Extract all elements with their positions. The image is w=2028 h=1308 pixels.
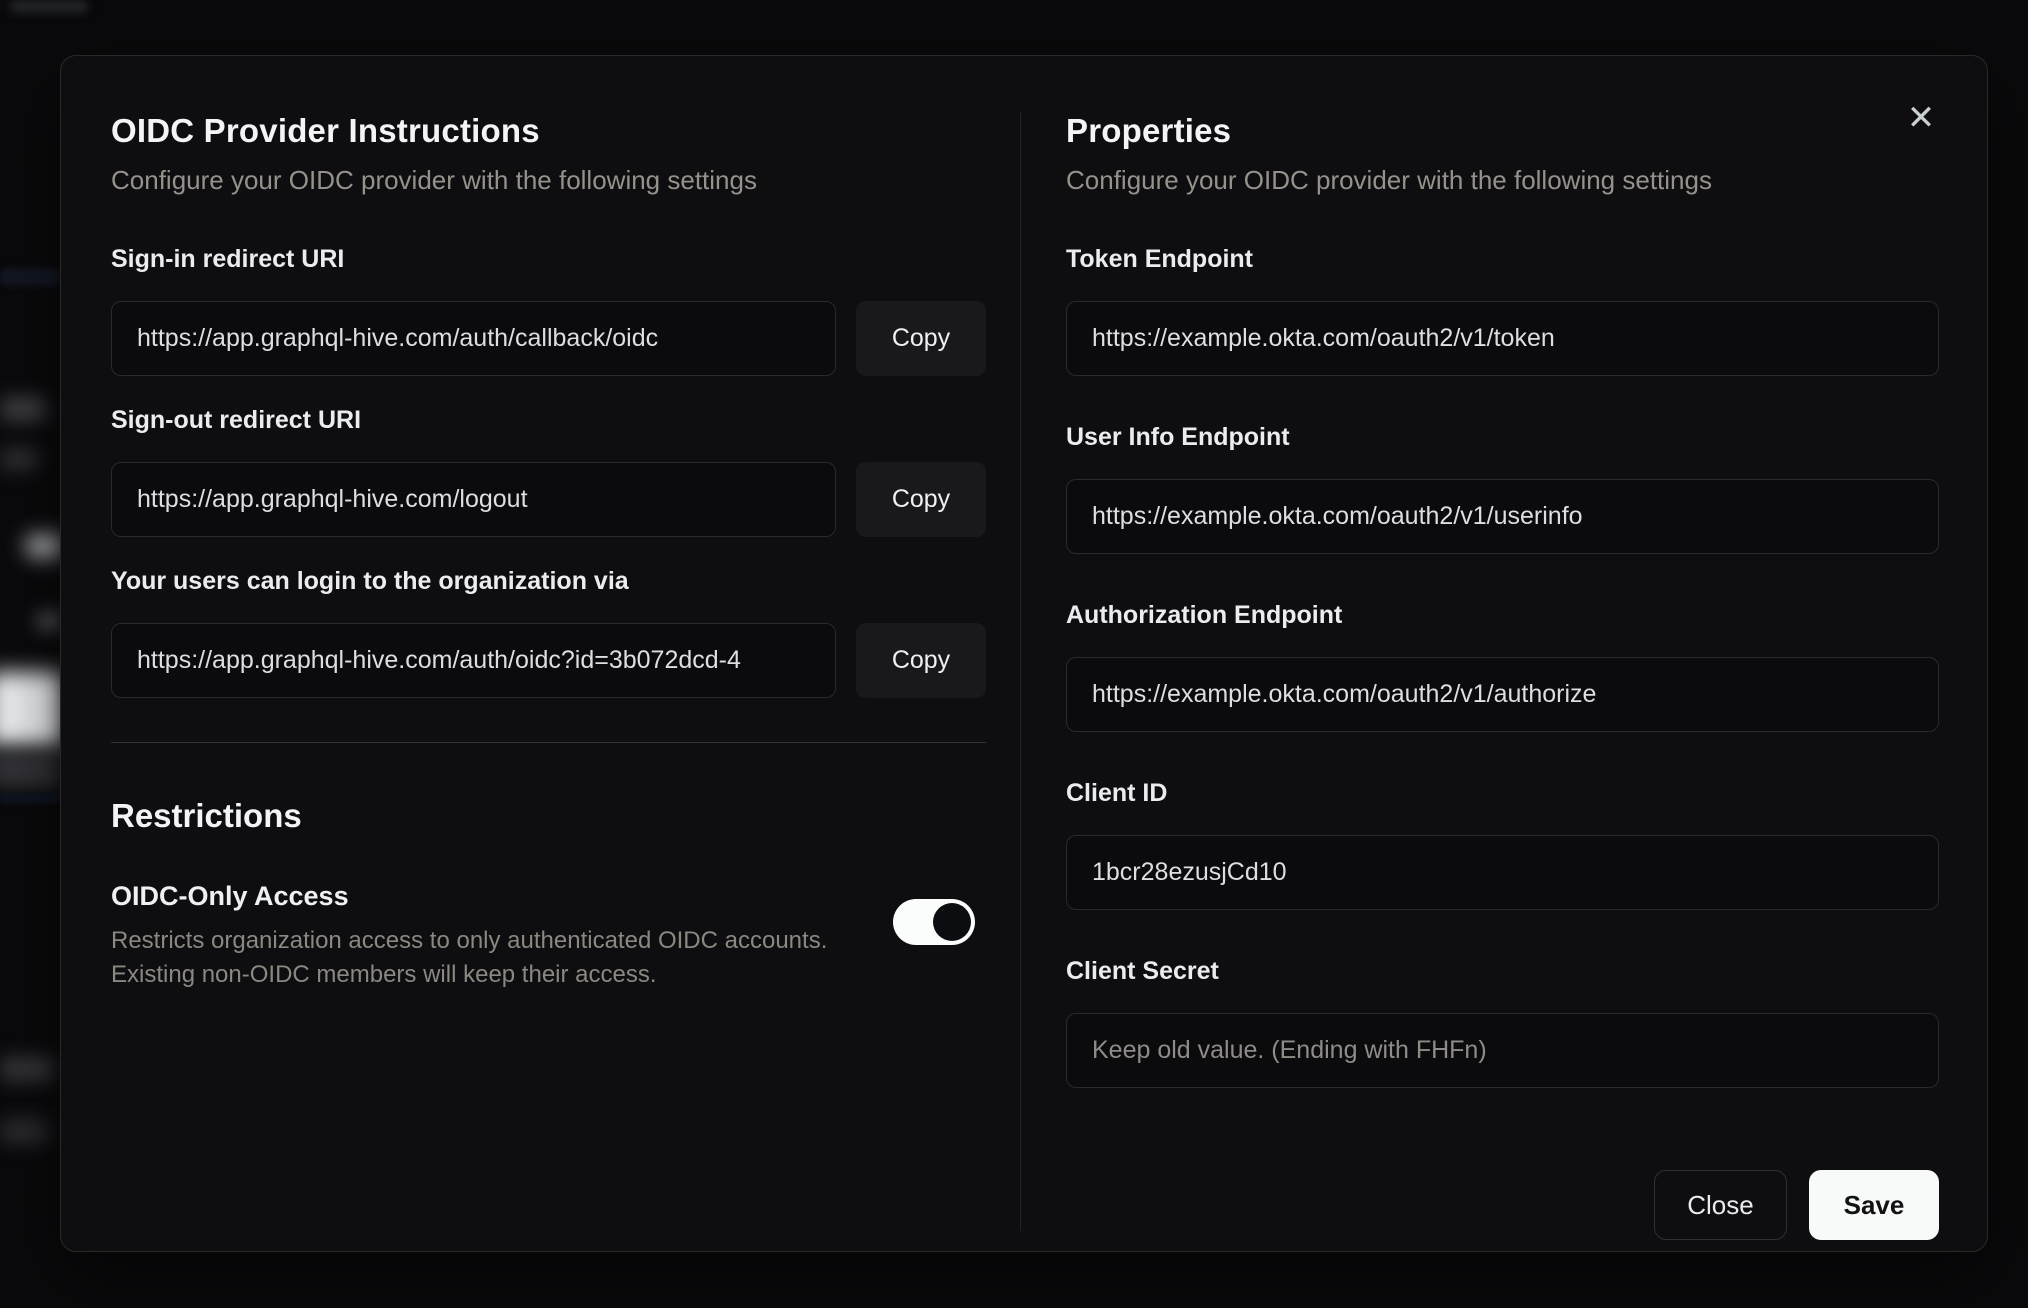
oidc-instructions-section: OIDC Provider Instructions Configure you…	[111, 112, 986, 1231]
oidc-only-access-text: OIDC-Only Access Restricts organization …	[111, 881, 827, 992]
client-secret-label: Client Secret	[1066, 957, 1219, 985]
description-line-2: Existing non-OIDC members will keep thei…	[111, 961, 657, 988]
background-blur-white-block	[0, 672, 62, 746]
client-secret-input[interactable]	[1066, 1013, 1939, 1088]
properties-section: Properties Configure your OIDC provider …	[1020, 112, 1939, 1240]
authorization-endpoint-field: Authorization Endpoint	[1066, 601, 1939, 779]
toggle-thumb	[933, 903, 971, 941]
sign-out-redirect-field: Sign-out redirect URI Copy	[111, 406, 986, 567]
token-endpoint-input[interactable]	[1066, 301, 1939, 376]
copy-login-url-button[interactable]: Copy	[856, 623, 986, 698]
copy-sign-out-button[interactable]: Copy	[856, 462, 986, 537]
user-info-endpoint-input[interactable]	[1066, 479, 1939, 554]
properties-subtitle: Configure your OIDC provider with the fo…	[1066, 165, 1712, 195]
properties-title: Properties	[1066, 112, 1232, 149]
client-id-field: Client ID	[1066, 779, 1939, 957]
oidc-only-access-toggle[interactable]	[893, 899, 975, 945]
oidc-instructions-title: OIDC Provider Instructions	[111, 112, 540, 149]
restrictions-title: Restrictions	[111, 797, 302, 834]
organization-login-field: Your users can login to the organization…	[111, 567, 986, 728]
oidc-settings-dialog: ✕ OIDC Provider Instructions Configure y…	[60, 55, 1988, 1252]
background-blur-text	[0, 448, 38, 470]
dialog-footer: Close Save	[1066, 1170, 1939, 1240]
close-button[interactable]: Close	[1654, 1170, 1787, 1240]
close-icon[interactable]: ✕	[1895, 92, 1947, 144]
sign-in-redirect-field: Sign-in redirect URI Copy	[111, 245, 986, 406]
client-id-label: Client ID	[1066, 779, 1168, 807]
save-button[interactable]: Save	[1809, 1170, 1939, 1240]
organization-login-label: Your users can login to the organization…	[111, 567, 629, 595]
user-info-endpoint-label: User Info Endpoint	[1066, 423, 1290, 451]
background-blur-pill	[10, 0, 88, 13]
authorization-endpoint-label: Authorization Endpoint	[1066, 601, 1343, 629]
background-blur-text	[0, 1118, 48, 1144]
sign-out-redirect-label: Sign-out redirect URI	[111, 406, 362, 434]
sign-in-redirect-label: Sign-in redirect URI	[111, 245, 345, 273]
oidc-only-access-description: Restricts organization access to only au…	[111, 924, 827, 992]
oidc-only-access-label: OIDC-Only Access	[111, 881, 349, 911]
oidc-instructions-subtitle: Configure your OIDC provider with the fo…	[111, 165, 757, 195]
section-divider	[111, 742, 986, 743]
oidc-only-access-row: OIDC-Only Access Restricts organization …	[111, 881, 986, 992]
copy-sign-in-button[interactable]: Copy	[856, 301, 986, 376]
background-blur-text	[36, 612, 62, 630]
token-endpoint-field: Token Endpoint	[1066, 245, 1939, 423]
description-line-1: Restricts organization access to only au…	[111, 927, 828, 954]
background-blur-text	[0, 396, 46, 422]
background-blur-band	[0, 268, 60, 286]
background-blur-highlight	[26, 534, 62, 558]
sign-out-redirect-input[interactable]	[111, 462, 836, 537]
background-blur-band	[0, 793, 60, 803]
client-id-input[interactable]	[1066, 835, 1939, 910]
client-secret-field: Client Secret	[1066, 957, 1939, 1135]
authorization-endpoint-input[interactable]	[1066, 657, 1939, 732]
organization-login-input[interactable]	[111, 623, 836, 698]
background-blur-block	[0, 752, 60, 788]
background-blur-text	[0, 1056, 54, 1082]
token-endpoint-label: Token Endpoint	[1066, 245, 1254, 273]
user-info-endpoint-field: User Info Endpoint	[1066, 423, 1939, 601]
sign-in-redirect-input[interactable]	[111, 301, 836, 376]
